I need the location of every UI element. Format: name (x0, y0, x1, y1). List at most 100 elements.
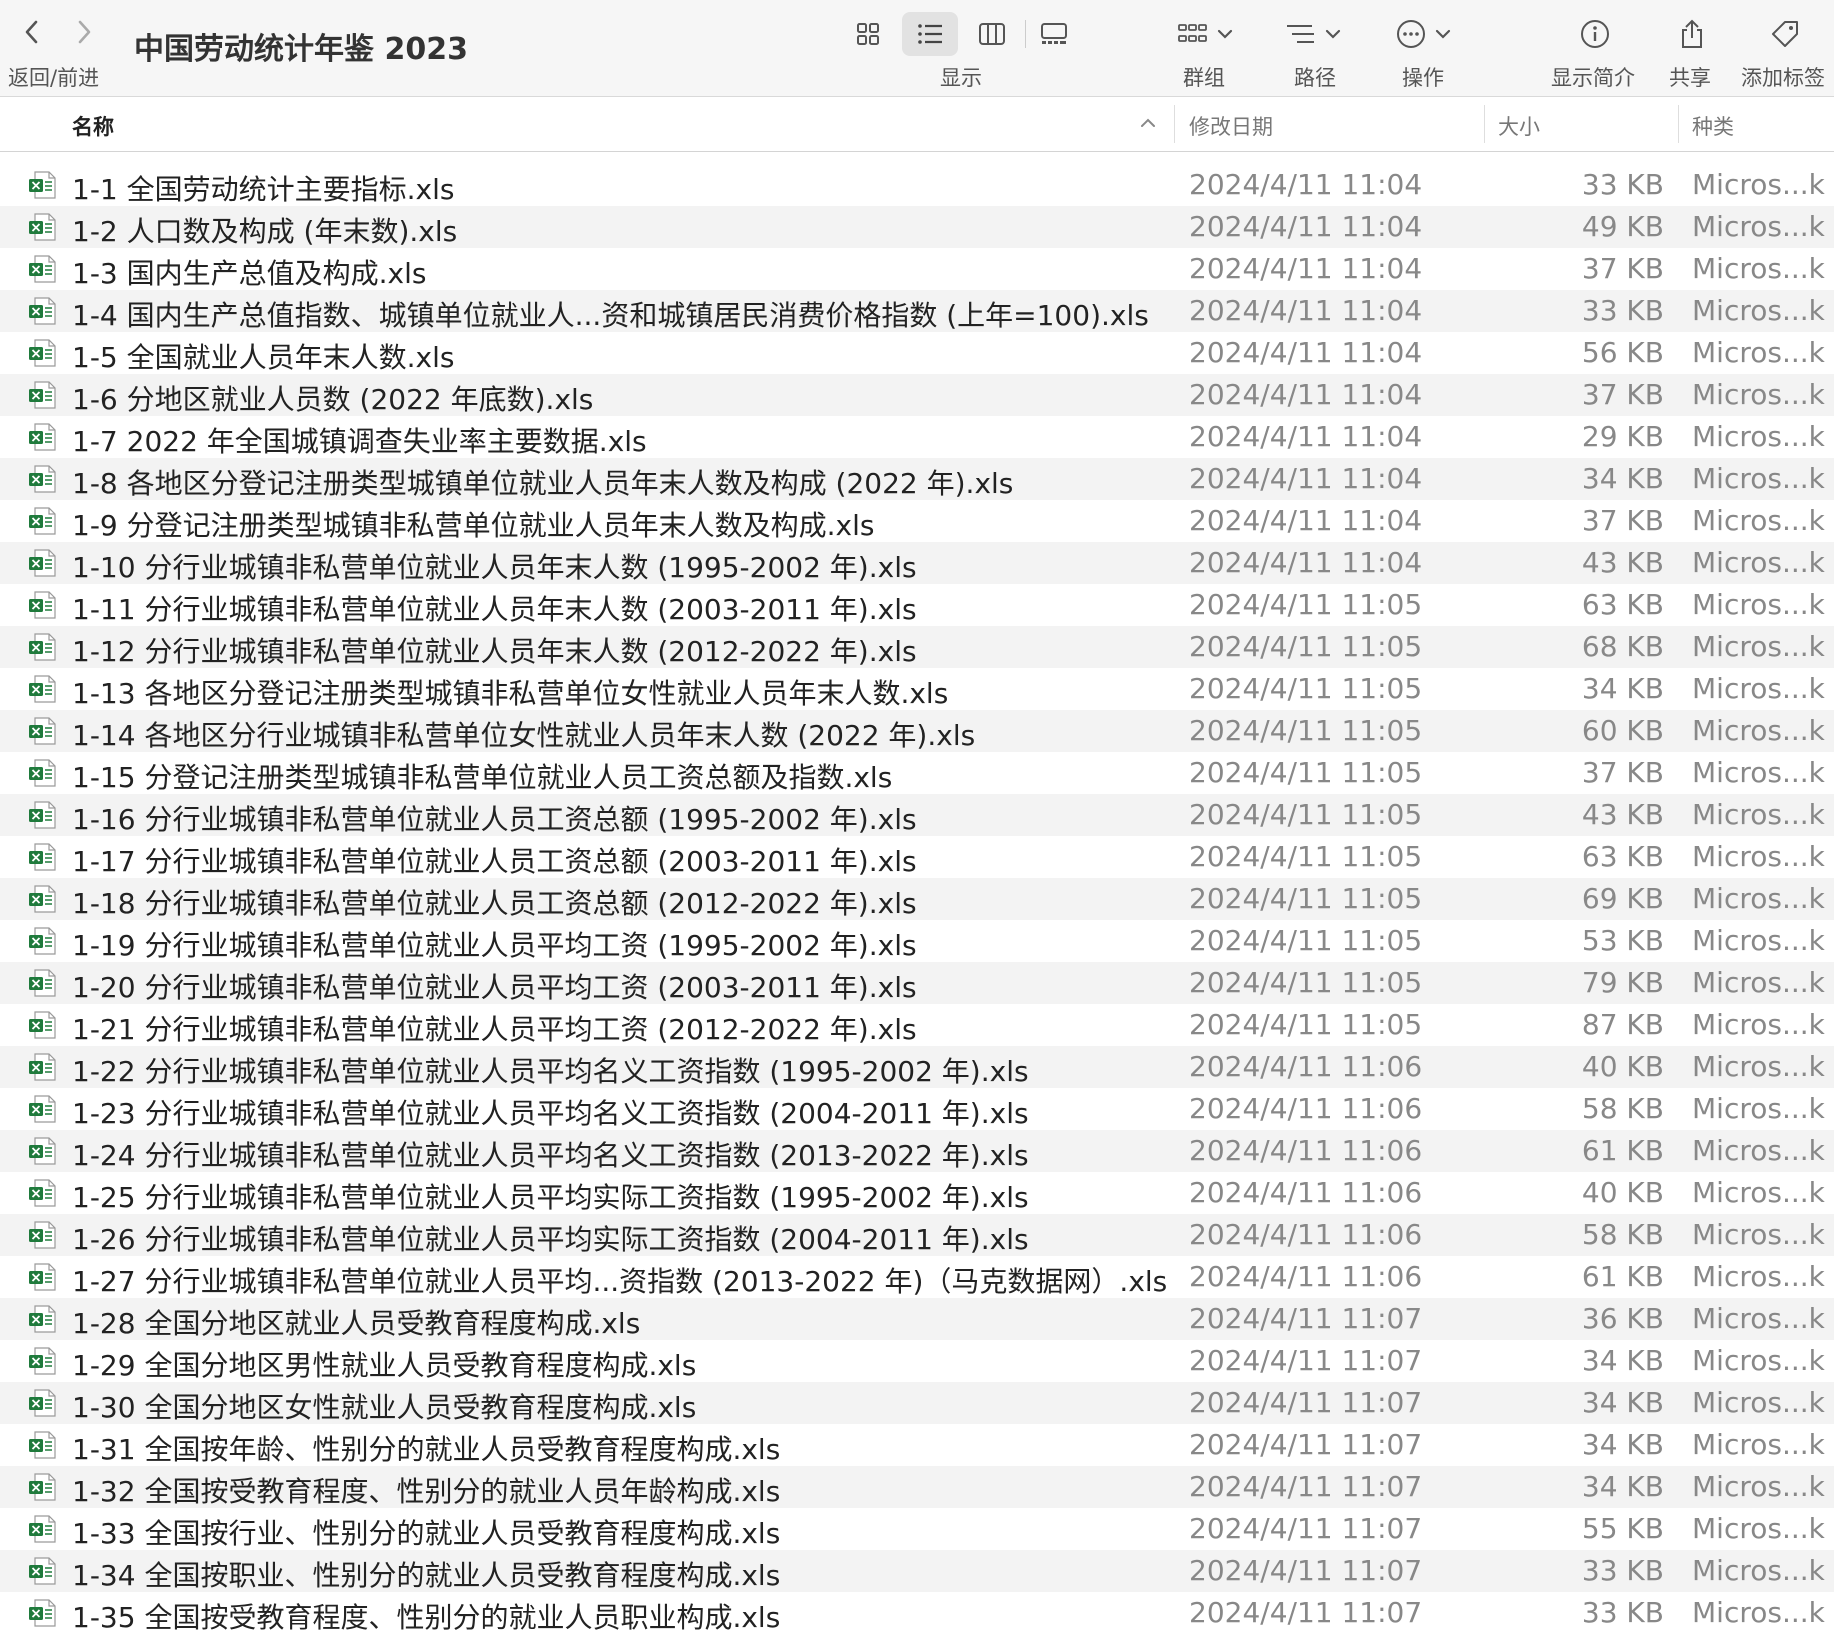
column-header-name[interactable]: 名称 (72, 111, 114, 141)
file-row[interactable]: 1-29 全国分地区男性就业人员受教育程度构成.xls 2024/4/11 11:… (0, 1340, 1834, 1382)
file-row[interactable]: 1-20 分行业城镇非私营单位就业人员平均工资 (2003-2011 年).xl… (0, 962, 1834, 1004)
file-row[interactable]: 1-34 全国按职业、性别分的就业人员受教育程度构成.xls 2024/4/11 … (0, 1550, 1834, 1592)
path-button[interactable] (1284, 12, 1342, 56)
file-name: 1-5 全国就业人员年末人数.xls (72, 341, 455, 374)
path-icon (1287, 25, 1314, 43)
column-divider[interactable] (1678, 105, 1679, 143)
column-divider[interactable] (1174, 105, 1175, 143)
file-size: 34 KB (1581, 1344, 1664, 1377)
file-row[interactable]: 1-1 全国劳动统计主要指标.xls 2024/4/11 11:04 33 KB Mi… (0, 164, 1834, 206)
icon-view-button[interactable] (840, 12, 896, 56)
file-size: 58 KB (1581, 1092, 1664, 1125)
file-row[interactable]: 1-18 分行业城镇非私营单位就业人员工资总额 (2012-2022 年).xl… (0, 878, 1834, 920)
file-name: 1-29 全国分地区男性就业人员受教育程度构成.xls (72, 1349, 697, 1382)
list-view-icon (918, 24, 942, 44)
file-modified-date: 2024/4/11 11:06 (1189, 1218, 1423, 1251)
file-row[interactable]: 1-19 分行业城镇非私营单位就业人员平均工资 (1995-2002 年).xl… (0, 920, 1834, 962)
file-modified-date: 2024/4/11 11:06 (1189, 1092, 1423, 1125)
file-row[interactable]: 1-9 分登记注册类型城镇非私营单位就业人员年末人数及构成.xls 2024/4/… (0, 500, 1834, 542)
file-row[interactable]: 1-12 分行业城镇非私营单位就业人员年末人数 (2012-2022 年).xl… (0, 626, 1834, 668)
file-row[interactable]: 1-11 分行业城镇非私营单位就业人员年末人数 (2003-2011 年).xl… (0, 584, 1834, 626)
add-tag-button[interactable] (1768, 12, 1802, 56)
file-row[interactable]: 1-16 分行业城镇非私营单位就业人员工资总额 (1995-2002 年).xl… (0, 794, 1834, 836)
list-view-button[interactable] (902, 12, 958, 56)
file-row[interactable]: 1-24 分行业城镇非私营单位就业人员平均名义工资指数 (2013-2022 年… (0, 1130, 1834, 1172)
file-row[interactable]: 1-32 全国按受教育程度、性别分的就业人员年龄构成.xls 2024/4/11 … (0, 1466, 1834, 1508)
file-row[interactable]: 1-13 各地区分登记注册类型城镇非私营单位女性就业人员年末人数.xls 2024… (0, 668, 1834, 710)
column-header: 名称 修改日期 大小 种类 (0, 97, 1834, 152)
file-row[interactable]: 1-35 全国按受教育程度、性别分的就业人员职业构成.xls 2024/4/11 … (0, 1592, 1834, 1634)
file-kind: Micros...k ( (1692, 210, 1834, 243)
excel-file-icon (29, 1389, 56, 1417)
gallery-view-button[interactable] (1026, 12, 1082, 56)
file-row[interactable]: 1-21 分行业城镇非私营单位就业人员平均工资 (2012-2022 年).xl… (0, 1004, 1834, 1046)
file-row[interactable]: 1-2 人口数及构成 (年末数).xls 2024/4/11 11:04 49 KB… (0, 206, 1834, 248)
file-name: 1-26 分行业城镇非私营单位就业人员平均实际工资指数 (2004-2011 年… (72, 1223, 1029, 1256)
file-row[interactable]: 1-7 2022 年全国城镇调查失业率主要数据.xls 2024/4/11 11:… (0, 416, 1834, 458)
file-modified-date: 2024/4/11 11:07 (1189, 1302, 1423, 1335)
file-row[interactable]: 1-25 分行业城镇非私营单位就业人员平均实际工资指数 (1995-2002 年… (0, 1172, 1834, 1214)
column-header-kind[interactable]: 种类 (1692, 111, 1734, 141)
excel-file-icon (29, 927, 56, 955)
column-header-date[interactable]: 修改日期 (1189, 111, 1273, 141)
excel-file-icon (29, 1515, 56, 1543)
file-row[interactable]: 1-30 全国分地区女性就业人员受教育程度构成.xls 2024/4/11 11:… (0, 1382, 1834, 1424)
file-row[interactable]: 1-31 全国按年龄、性别分的就业人员受教育程度构成.xls 2024/4/11 … (0, 1424, 1834, 1466)
share-button[interactable] (1675, 12, 1709, 56)
add-tag-label: 添加标签 (1741, 66, 1825, 90)
file-size: 87 KB (1581, 1008, 1664, 1041)
file-row[interactable]: 1-14 各地区分行业城镇非私营单位女性就业人员年末人数 (2022 年).xl… (0, 710, 1834, 752)
file-size: 68 KB (1581, 630, 1664, 663)
back-button[interactable] (14, 14, 50, 50)
file-modified-date: 2024/4/11 11:07 (1189, 1428, 1423, 1461)
file-modified-date: 2024/4/11 11:06 (1189, 1050, 1423, 1083)
file-size: 40 KB (1581, 1050, 1664, 1083)
file-row[interactable]: 1-28 全国分地区就业人员受教育程度构成.xls 2024/4/11 11:07… (0, 1298, 1834, 1340)
file-kind: Micros...k ( (1692, 1176, 1834, 1209)
file-row[interactable]: 1-17 分行业城镇非私营单位就业人员工资总额 (2003-2011 年).xl… (0, 836, 1834, 878)
file-row[interactable]: 1-26 分行业城镇非私营单位就业人员平均实际工资指数 (2004-2011 年… (0, 1214, 1834, 1256)
action-button[interactable] (1394, 12, 1452, 56)
file-row[interactable]: 1-5 全国就业人员年末人数.xls 2024/4/11 11:04 56 KB Mi… (0, 332, 1834, 374)
file-name: 1-30 全国分地区女性就业人员受教育程度构成.xls (72, 1391, 697, 1424)
group-label: 群组 (1183, 66, 1225, 90)
file-name: 1-22 分行业城镇非私营单位就业人员平均名义工资指数 (1995-2002 年… (72, 1055, 1029, 1088)
ellipsis-circle-icon (1397, 20, 1425, 48)
file-name: 1-35 全国按受教育程度、性别分的就业人员职业构成.xls (72, 1601, 781, 1634)
file-row[interactable]: 1-27 分行业城镇非私营单位就业人员平均...资指数 (2013-2022 年… (0, 1256, 1834, 1298)
file-row[interactable]: 1-15 分登记注册类型城镇非私营单位就业人员工资总额及指数.xls 2024/4… (0, 752, 1834, 794)
file-kind: Micros...k ( (1692, 1260, 1834, 1293)
get-info-label: 显示简介 (1551, 66, 1635, 90)
column-header-size[interactable]: 大小 (1498, 111, 1540, 141)
file-kind: Micros...k ( (1692, 1302, 1834, 1335)
excel-file-icon (29, 1305, 56, 1333)
excel-file-icon (29, 1431, 56, 1459)
file-row[interactable]: 1-4 国内生产总值指数、城镇单位就业人...资和城镇居民消费价格指数 (上年=… (0, 290, 1834, 332)
file-size: 43 KB (1581, 798, 1664, 831)
file-row[interactable]: 1-6 分地区就业人员数 (2022 年底数).xls 2024/4/11 11:… (0, 374, 1834, 416)
group-button[interactable] (1176, 12, 1234, 56)
file-modified-date: 2024/4/11 11:05 (1189, 840, 1423, 873)
chevron-down-icon (1325, 29, 1341, 39)
file-row[interactable]: 1-33 全国按行业、性别分的就业人员受教育程度构成.xls 2024/4/11 … (0, 1508, 1834, 1550)
excel-file-icon (29, 255, 56, 283)
file-row[interactable]: 1-22 分行业城镇非私营单位就业人员平均名义工资指数 (1995-2002 年… (0, 1046, 1834, 1088)
file-name: 1-18 分行业城镇非私营单位就业人员工资总额 (2012-2022 年).xl… (72, 887, 917, 920)
file-name: 1-9 分登记注册类型城镇非私营单位就业人员年末人数及构成.xls (72, 509, 875, 542)
file-row[interactable]: 1-23 分行业城镇非私营单位就业人员平均名义工资指数 (2004-2011 年… (0, 1088, 1834, 1130)
file-kind: Micros...k ( (1692, 252, 1834, 285)
column-divider[interactable] (1484, 105, 1485, 143)
file-size: 36 KB (1581, 1302, 1664, 1335)
file-name: 1-11 分行业城镇非私营单位就业人员年末人数 (2003-2011 年).xl… (72, 593, 917, 626)
file-kind: Micros...k ( (1692, 336, 1834, 369)
get-info-button[interactable] (1578, 12, 1612, 56)
file-row[interactable]: 1-10 分行业城镇非私营单位就业人员年末人数 (1995-2002 年).xl… (0, 542, 1834, 584)
path-label: 路径 (1294, 66, 1336, 90)
column-view-button[interactable] (964, 12, 1020, 56)
file-row[interactable]: 1-3 国内生产总值及构成.xls 2024/4/11 11:04 37 KB Mic… (0, 248, 1834, 290)
file-kind: Micros...k ( (1692, 1386, 1834, 1419)
forward-button[interactable] (66, 14, 102, 50)
file-name: 1-3 国内生产总值及构成.xls (72, 257, 427, 290)
file-row[interactable]: 1-8 各地区分登记注册类型城镇单位就业人员年末人数及构成 (2022 年).x… (0, 458, 1834, 500)
grid-view-icon (857, 23, 879, 45)
